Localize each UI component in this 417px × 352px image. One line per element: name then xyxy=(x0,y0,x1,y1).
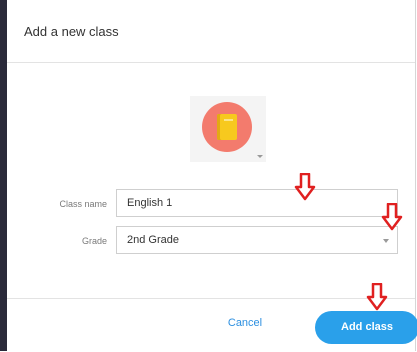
class-icon xyxy=(202,102,252,152)
chevron-down-icon xyxy=(257,155,263,158)
class-icon-picker[interactable] xyxy=(190,96,266,162)
grade-label: Grade xyxy=(81,236,107,246)
down-arrow-icon xyxy=(366,283,388,311)
class-name-label: Class name xyxy=(59,199,107,209)
add-class-dialog: Add a new class Class name English 1 Gra… xyxy=(7,0,417,352)
class-name-input[interactable]: English 1 xyxy=(116,189,398,217)
cancel-button[interactable]: Cancel xyxy=(215,317,275,335)
chevron-down-icon xyxy=(383,239,389,243)
down-arrow-icon xyxy=(294,173,316,201)
background-edge xyxy=(0,0,7,351)
grade-select[interactable]: 2nd Grade xyxy=(116,226,398,254)
grade-value: 2nd Grade xyxy=(127,234,179,246)
dialog-title: Add a new class xyxy=(24,24,119,39)
notebook-icon xyxy=(217,114,237,140)
add-class-button[interactable]: Add class xyxy=(315,311,417,344)
dialog-header: Add a new class xyxy=(7,0,415,63)
down-arrow-icon xyxy=(381,203,403,231)
class-name-value: English 1 xyxy=(127,197,173,209)
dialog-footer: Cancel Add class xyxy=(7,298,417,352)
